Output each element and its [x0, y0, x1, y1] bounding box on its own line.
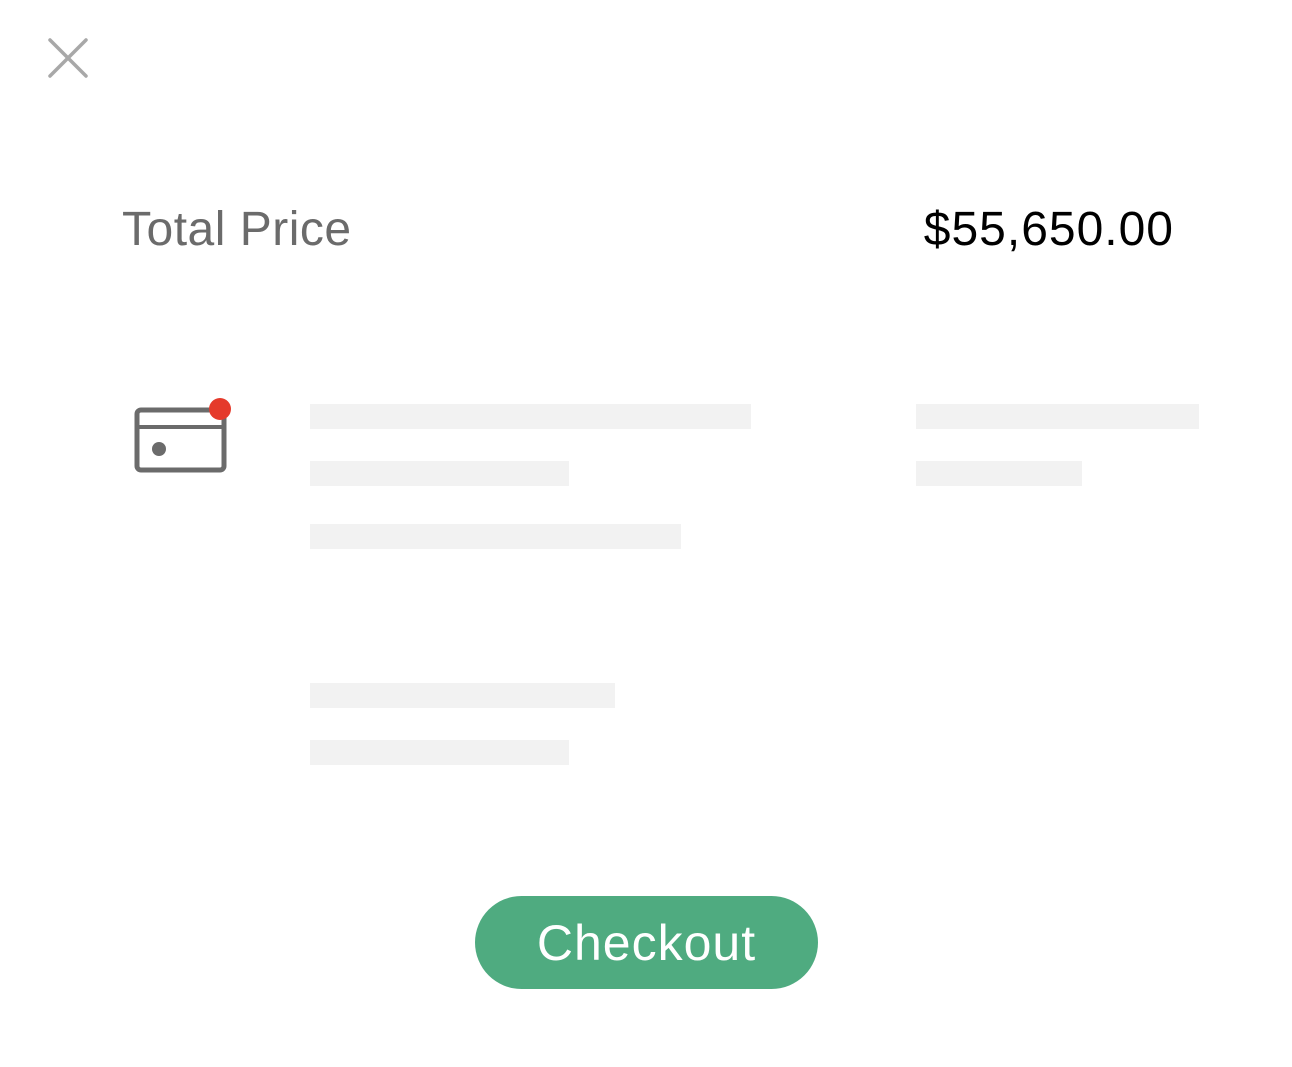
close-button[interactable] — [46, 36, 90, 80]
notification-dot — [209, 398, 231, 420]
skeleton-line — [310, 683, 615, 708]
checkout-button[interactable]: Checkout — [475, 896, 818, 989]
credit-card-icon — [132, 396, 236, 476]
skeleton-line — [916, 461, 1082, 486]
skeleton-line — [310, 524, 681, 549]
skeleton-line — [310, 740, 569, 765]
total-price-value: $55,650.00 — [923, 203, 1174, 256]
total-price-label: Total Price — [122, 203, 352, 256]
skeleton-line — [310, 461, 569, 486]
skeleton-line — [310, 404, 751, 429]
skeleton-line — [916, 404, 1199, 429]
close-icon — [48, 38, 88, 78]
